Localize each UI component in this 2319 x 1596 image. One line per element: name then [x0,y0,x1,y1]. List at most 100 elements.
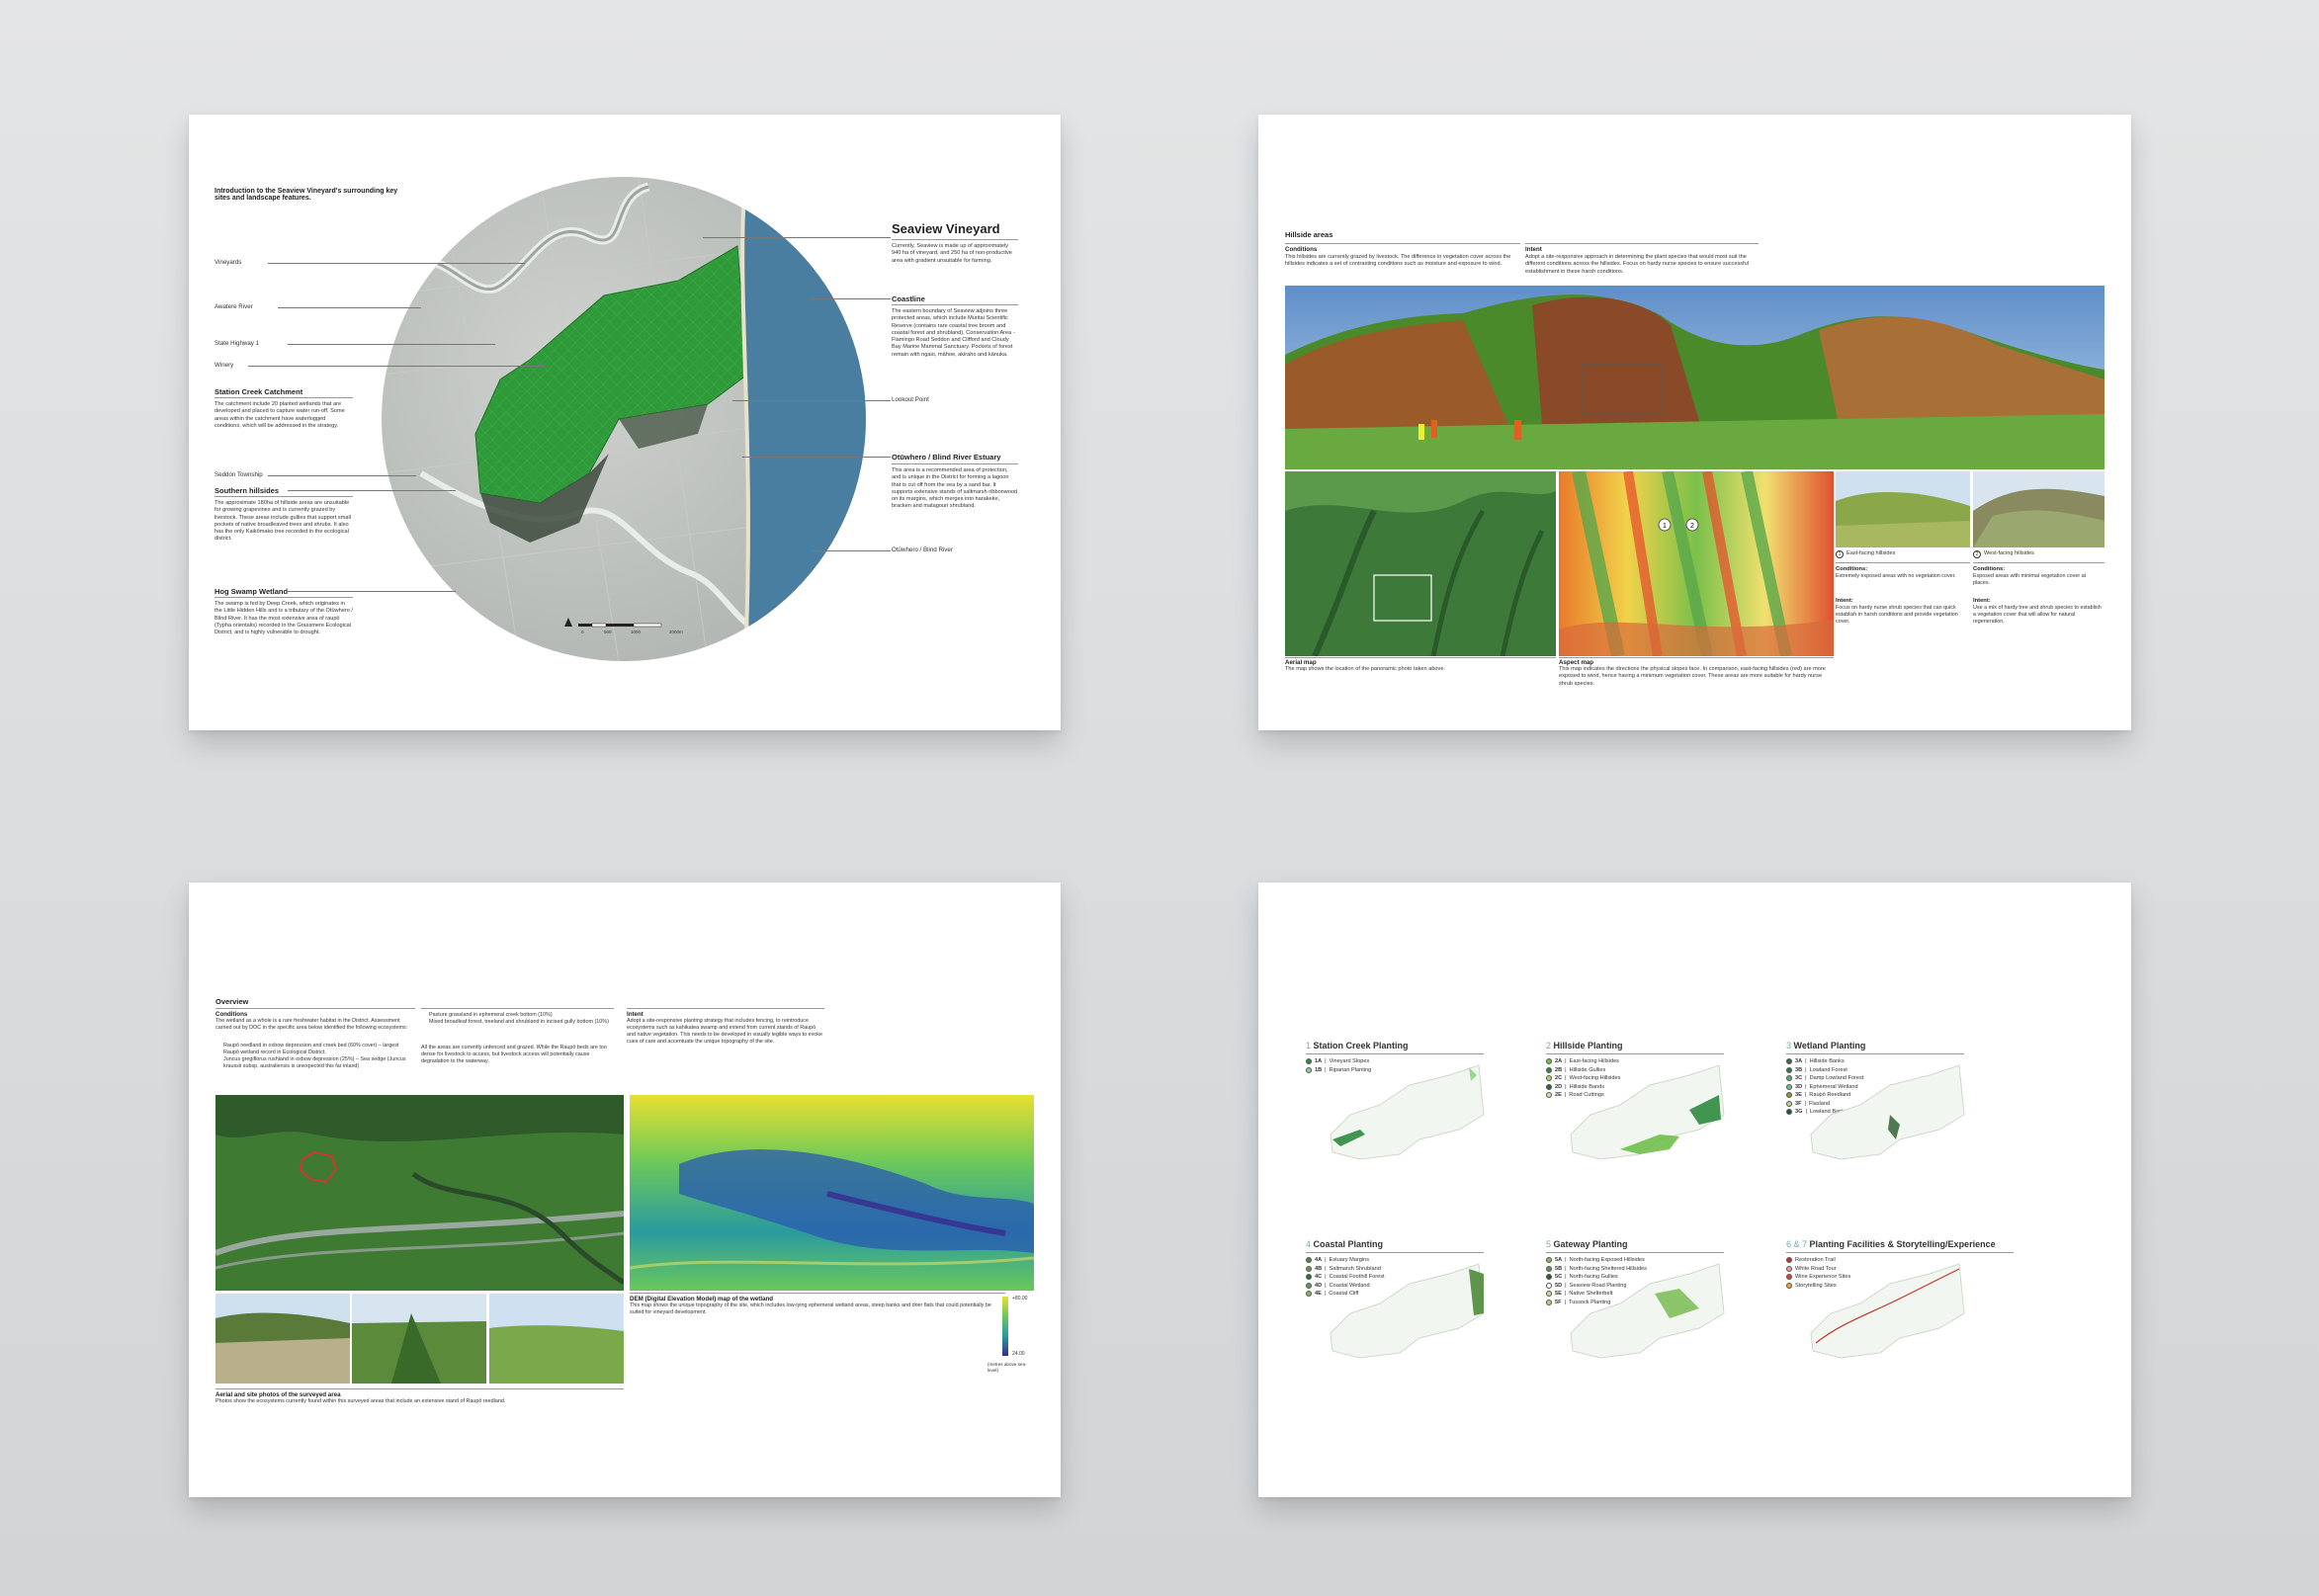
legend-swatch-icon [1786,1083,1792,1090]
planting-plan-number: 1 [1306,1041,1312,1050]
station-creek-text: The catchment include 20 planted wetland… [215,401,345,429]
legend-swatch-icon [1546,1299,1552,1305]
legend-swatch-icon [1786,1058,1792,1064]
bullet-item: Raupō reedland in oxbow depression and c… [223,1043,399,1056]
east-conditions-title: Conditions: [1836,566,1868,572]
elevation-scale-bar [1002,1297,1008,1356]
label-blind-river: Otūwhero / Blind River [892,546,953,553]
legend-swatch-icon [1306,1257,1312,1263]
west-facing-photo [1973,471,2104,547]
aspect-map-title: Aspect map [1559,659,1594,666]
divider [1306,1252,1484,1253]
legend-swatch-icon [1786,1075,1792,1081]
leader-line [288,490,456,491]
legend-swatch-icon [1306,1282,1312,1289]
east-conditions-text: Extremely exposed areas with no vegetati… [1836,573,1956,579]
legend-swatch-icon [1306,1291,1312,1297]
intent-title: Intent [1525,246,1542,253]
page-planting-plans: 1 Station Creek Planting 1A | Vineyard Slop… [1258,882,2131,1497]
leader-line [742,457,891,458]
divider [1285,243,1520,244]
site-photo-3 [489,1294,624,1384]
legend-swatch-icon [1546,1066,1552,1073]
dem-text: This map shows the unique topography of … [630,1302,991,1316]
legend-swatch-icon [1786,1265,1792,1272]
planting-site-map [1570,1263,1725,1359]
legend-swatch-icon [1786,1282,1792,1289]
intent-text: Adopt a site-responsive approach in dete… [1525,254,1749,275]
legend-swatch-icon [1546,1257,1552,1263]
divider [1546,1252,1724,1253]
west-intent-title: Intent: [1973,598,1991,604]
divider [630,1293,1005,1294]
legend-swatch-icon [1546,1083,1552,1090]
planting-plan-title: 4 Coastal Planting [1306,1239,1538,1249]
divider [1525,243,1759,244]
overview-title: Overview [215,997,249,1006]
scale-2000: 2000m [669,630,683,634]
legend-swatch-icon [1786,1109,1792,1115]
marker-1-icon: 1 [1836,550,1844,558]
estuary-title: Otūwhero / Blind River Estuary [892,453,1001,462]
intro-text: Introduction to the Seaview Vineyard's s… [215,188,398,202]
planting-site-map [1330,1064,1485,1160]
page-site-overview: Introduction to the Seaview Vineyard's s… [189,115,1061,730]
east-facing-photo [1836,471,1970,547]
divider [627,1008,824,1009]
divider [1559,657,1834,658]
wetland-conditions-text: The wetland as a whole is a rare freshwa… [215,1018,408,1032]
planting-plan-number: 3 [1786,1041,1792,1050]
planting-plan-name: Hillside Planting [1553,1041,1623,1050]
bullet-item: Pasture grassland in ephemeral creek bot… [429,1012,553,1018]
scale-500: 500 [604,630,612,634]
planting-plan-name: Coastal Planting [1313,1239,1384,1249]
legend-swatch-icon [1306,1066,1312,1073]
site-map-graphic [382,177,866,661]
divider [1285,657,1556,658]
label-state-highway: State Highway 1 [215,340,260,347]
site-photo-2 [352,1294,486,1384]
scale-1000: 1000 [631,630,642,634]
elevation-bottom: 24.00 [1012,1351,1025,1357]
planting-site-map [1810,1064,1965,1160]
divider [1786,1252,2014,1253]
site-photo-1 [215,1294,350,1384]
planting-plan-title: 6 & 7 Planting Facilities & Storytelling… [1786,1239,2018,1249]
legend-swatch-icon [1546,1265,1552,1272]
legend-swatch-icon [1786,1100,1792,1107]
planting-plan-title: 2 Hillside Planting [1546,1041,1778,1050]
label-seddon: Seddon Township [215,471,263,478]
east-intent-text: Focus on hardy nurse shrub species that … [1836,605,1958,626]
west-intent-text: Use a mix of hardy tree and shrub specie… [1973,605,2102,626]
legend-swatch-icon [1786,1092,1792,1098]
planting-site-map [1330,1263,1485,1359]
legend-swatch-icon [1786,1257,1792,1263]
wetland-mid-text: All the areas are currently unfenced and… [421,1045,607,1065]
divider [892,463,1018,464]
divider [1836,562,1970,563]
aerial-map [1285,471,1556,656]
planting-plan-name: Wetland Planting [1793,1041,1866,1050]
divider [215,1388,624,1389]
planting-site-map [1810,1263,1965,1359]
divider [1973,562,2104,563]
coastline-title: Coastline [892,294,925,303]
legend-swatch-icon [1546,1282,1552,1289]
aspect-map: 1 2 [1559,471,1834,656]
leader-line [268,263,525,264]
label-awatere-river: Awatere River [215,303,253,310]
aerial-map-text: The map shows the location of the panora… [1285,666,1446,672]
divider [892,304,1018,305]
legend-swatch-icon [1306,1274,1312,1280]
planting-plan-title: 1 Station Creek Planting [1306,1041,1538,1050]
west-conditions-title: Conditions: [1973,566,2006,572]
legend-swatch-icon [1786,1066,1792,1073]
elevation-unit: (metres above sea-level) [988,1362,1027,1373]
sea-area [744,177,866,661]
leader-line [812,298,891,299]
southern-hillsides-text: The approximate 180ha of hillside areas … [215,500,351,543]
marker-2-icon: 2 [1973,550,1981,558]
divider [215,597,353,598]
divider [215,1008,415,1009]
west-facing-label-row: 2 West-facing hillsides [1973,550,2034,558]
